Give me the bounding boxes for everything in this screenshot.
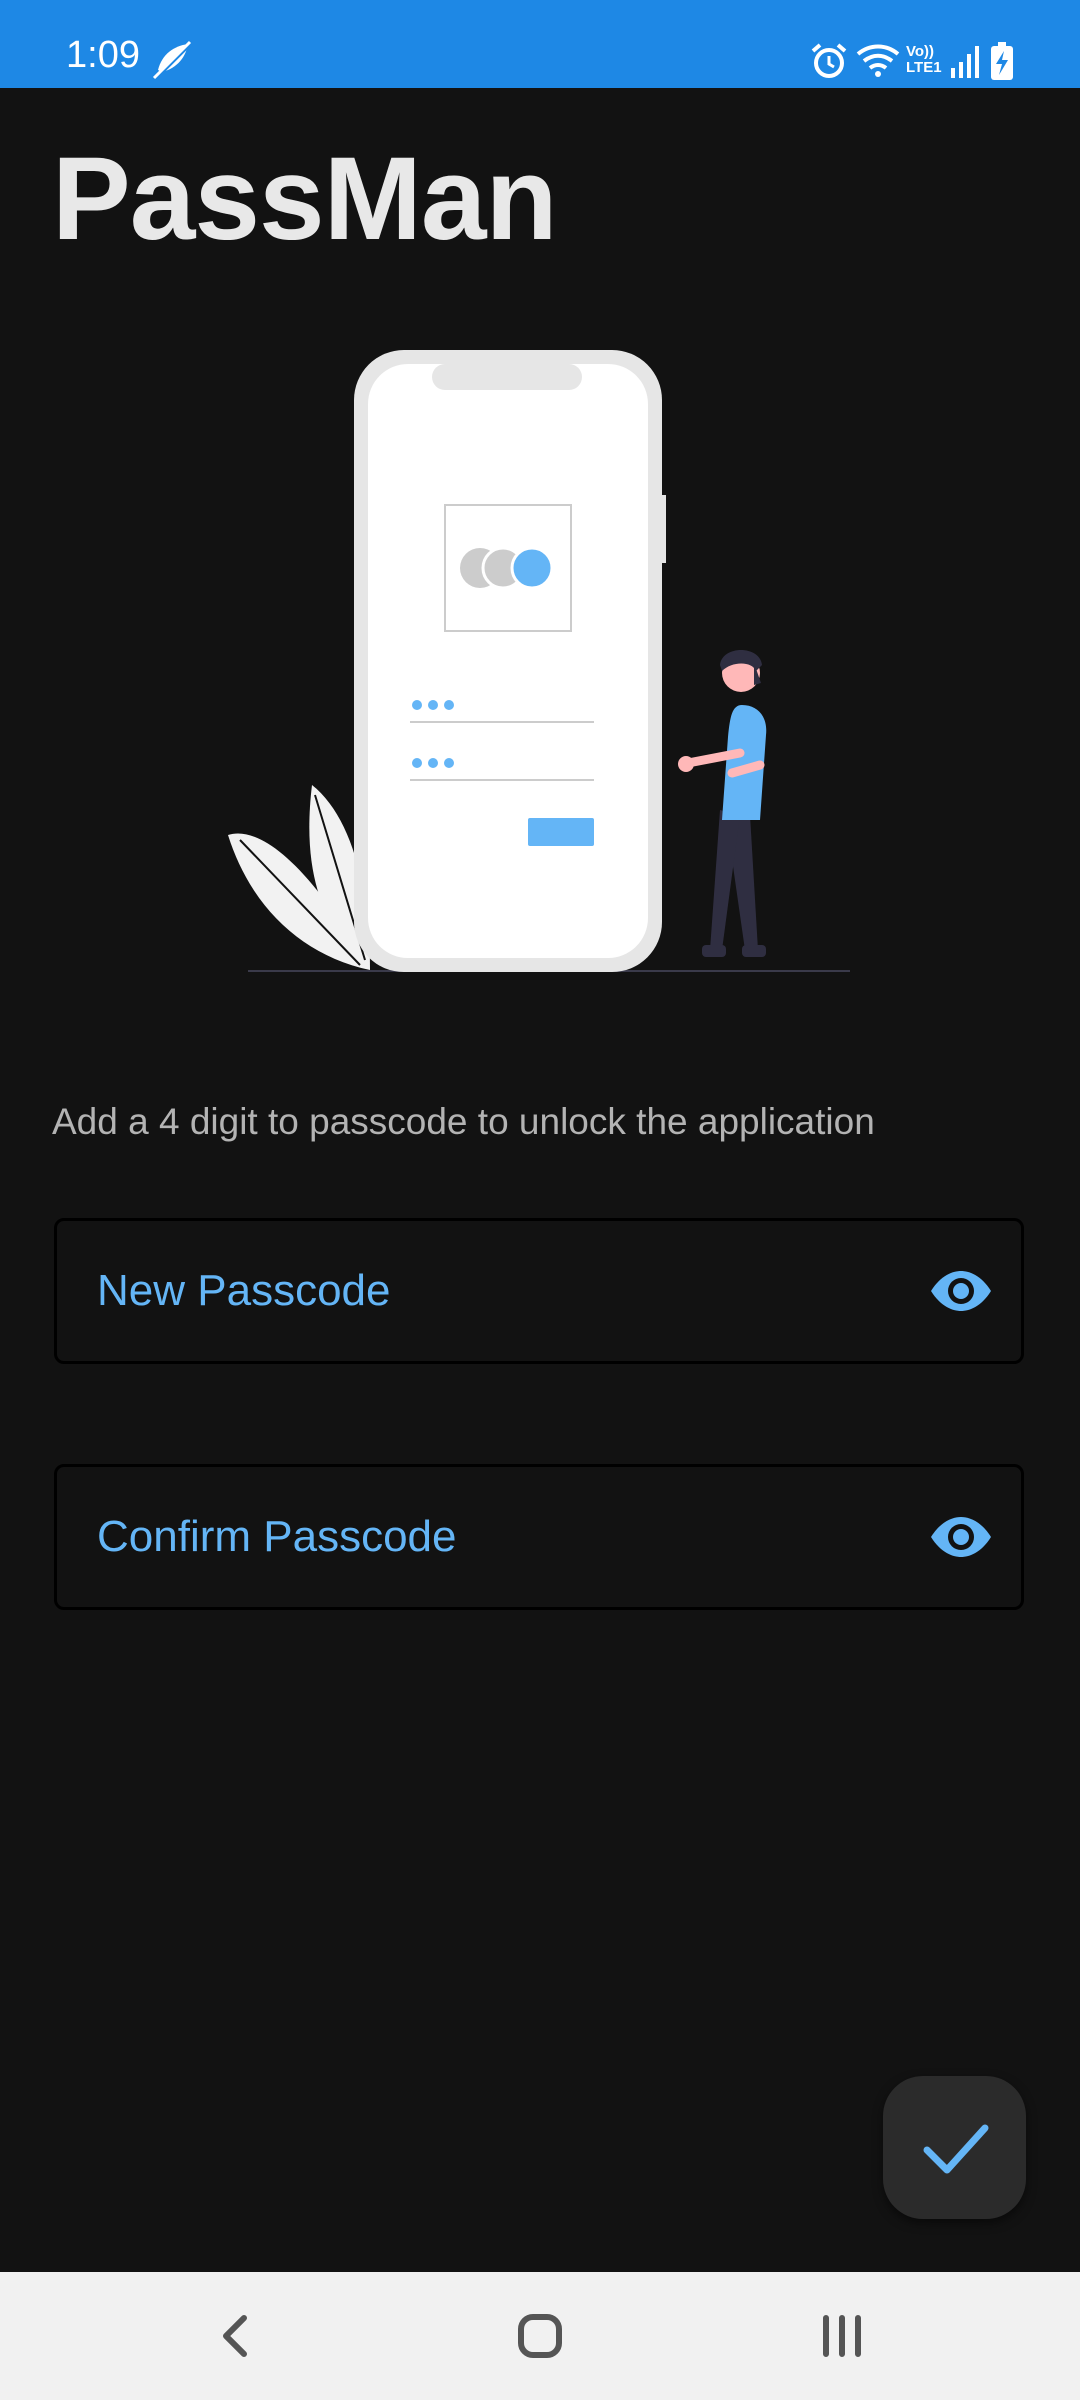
recents-icon <box>823 2315 861 2357</box>
nav-home-button[interactable] <box>500 2296 580 2376</box>
eye-icon[interactable] <box>929 1269 993 1313</box>
confirm-passcode-field[interactable]: Confirm Passcode <box>54 1464 1024 1610</box>
status-time: 1:09 <box>66 34 140 76</box>
lte-label: LTE1 <box>906 59 942 76</box>
app-title: PassMan <box>52 133 558 265</box>
nav-back-button[interactable] <box>196 2296 276 2376</box>
navigation-bar <box>0 2272 1080 2400</box>
wifi-off-call-icon <box>152 40 194 80</box>
battery-charging-icon <box>991 42 1013 80</box>
back-icon <box>223 2315 247 2357</box>
phone-side-button <box>660 495 666 563</box>
volte-lte-icon: Vo)) LTE1 <box>906 44 946 76</box>
phone-notch <box>432 364 582 390</box>
nav-recents-button[interactable] <box>802 2296 882 2376</box>
instruction-text: Add a 4 digit to passcode to unlock the … <box>52 1101 875 1142</box>
home-icon <box>518 2314 562 2358</box>
illustration-login-button <box>528 818 594 846</box>
status-bar: 1:09 Vo)) LTE1 <box>0 0 1080 88</box>
new-passcode-label: New Passcode <box>97 1266 391 1315</box>
person-figure <box>678 650 767 957</box>
alarm-icon <box>811 43 847 78</box>
volte-label: Vo)) <box>906 43 935 60</box>
confirm-passcode-label: Confirm Passcode <box>97 1512 457 1561</box>
confirm-fab-button[interactable] <box>883 2076 1026 2219</box>
signal-icon <box>951 46 979 78</box>
new-passcode-field[interactable]: New Passcode <box>54 1218 1024 1364</box>
check-icon <box>923 2124 989 2174</box>
wifi-icon <box>856 44 900 77</box>
phone-screen <box>368 364 648 958</box>
eye-icon[interactable] <box>929 1515 993 1559</box>
phone-login-person-illustration <box>228 350 850 972</box>
